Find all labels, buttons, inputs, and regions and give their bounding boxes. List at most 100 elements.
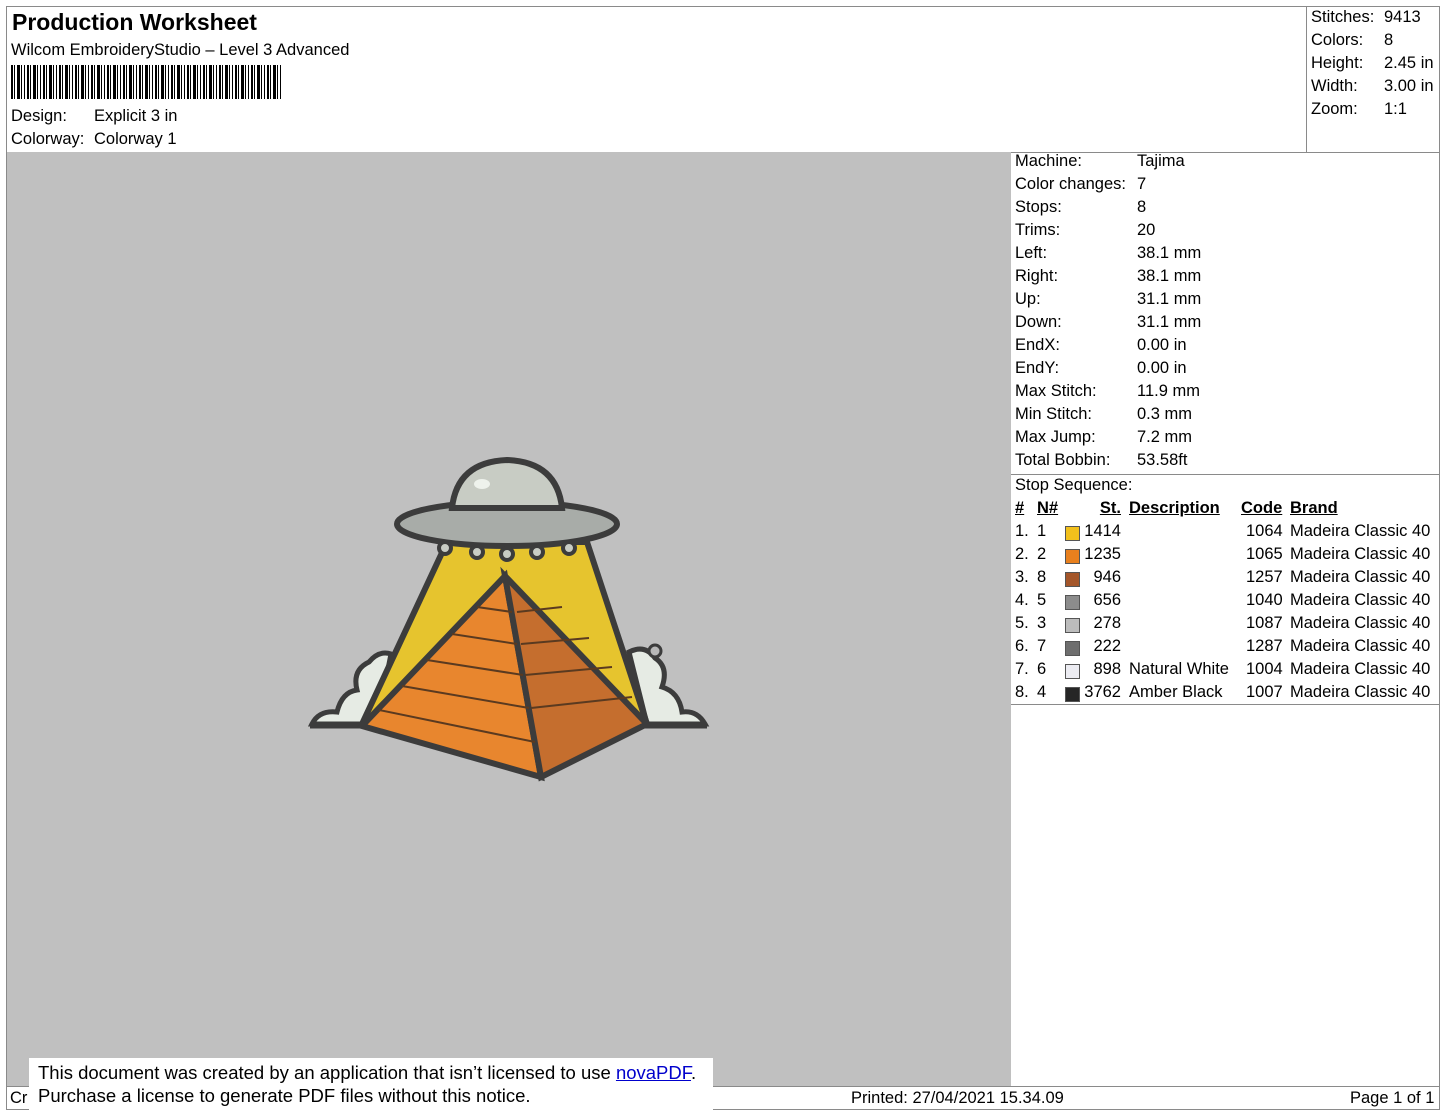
novapdf-link[interactable]: novaPDF xyxy=(616,1062,691,1083)
col-header-brand: Brand xyxy=(1290,499,1338,517)
detail-label: Right: xyxy=(1015,267,1059,285)
stop-sequence-title: Stop Sequence: xyxy=(1015,476,1133,494)
detail-row: Total Bobbin: 53.58ft xyxy=(1015,451,1187,474)
thread-brand: Madeira Classic 40 xyxy=(1290,683,1431,701)
thread-code: 1040 xyxy=(1246,591,1283,609)
page-number: Page 1 of 1 xyxy=(1350,1089,1435,1107)
notice-line-1: This document was created by an applicat… xyxy=(38,1061,713,1084)
stitch-count: 1235 xyxy=(1084,545,1121,563)
color-swatch xyxy=(1065,526,1080,541)
license-notice: This document was created by an applicat… xyxy=(29,1058,713,1112)
software-name: Wilcom EmbroideryStudio – Level 3 Advanc… xyxy=(11,41,350,59)
needle-number: 2 xyxy=(1037,545,1047,563)
thread-description: Natural White xyxy=(1129,660,1229,678)
thread-code: 1257 xyxy=(1246,568,1283,586)
summary-row: Stitches: 9413 xyxy=(1311,8,1421,31)
detail-label: Up: xyxy=(1015,290,1041,308)
stitch-count: 222 xyxy=(1093,637,1121,655)
detail-value: 11.9 mm xyxy=(1137,382,1200,400)
detail-value: 7.2 mm xyxy=(1137,428,1193,446)
embroidery-design-image xyxy=(307,456,710,782)
col-header-description: Description xyxy=(1129,499,1220,517)
needle-number: 5 xyxy=(1037,591,1047,609)
row-index: 5. xyxy=(1015,614,1029,632)
stitch-count: 1414 xyxy=(1084,522,1121,540)
thread-brand: Madeira Classic 40 xyxy=(1290,614,1431,632)
detail-row: Max Jump: 7.2 mm xyxy=(1015,428,1192,451)
detail-value: 7 xyxy=(1137,175,1147,193)
summary-row: Width: 3.00 in xyxy=(1311,77,1434,100)
thread-brand: Madeira Classic 40 xyxy=(1290,568,1431,586)
detail-value: 0.00 in xyxy=(1137,359,1187,377)
detail-value: 31.1 mm xyxy=(1137,290,1202,308)
detail-value: 38.1 mm xyxy=(1137,267,1202,285)
summary-value: 8 xyxy=(1384,31,1394,49)
detail-label: Down: xyxy=(1015,313,1062,331)
detail-label: Machine: xyxy=(1015,152,1082,170)
detail-label: Color changes: xyxy=(1015,175,1126,193)
colorway-label: Colorway: xyxy=(11,130,85,148)
col-header-needle: N# xyxy=(1037,499,1059,517)
detail-row: Max Stitch: 11.9 mm xyxy=(1015,382,1200,405)
stitch-count: 946 xyxy=(1093,568,1121,586)
detail-value: 20 xyxy=(1137,221,1156,239)
needle-number: 3 xyxy=(1037,614,1047,632)
detail-row: Up: 31.1 mm xyxy=(1015,290,1201,313)
row-index: 8. xyxy=(1015,683,1029,701)
detail-row: Trims: 20 xyxy=(1015,221,1155,244)
row-index: 2. xyxy=(1015,545,1029,563)
table-row: 6. 7 222 1287 Madeira Classic 40 xyxy=(1015,637,1435,660)
detail-label: Trims: xyxy=(1015,221,1061,239)
row-index: 3. xyxy=(1015,568,1029,586)
col-header-num: # xyxy=(1015,499,1025,517)
barcode-graphic xyxy=(11,65,283,99)
needle-number: 8 xyxy=(1037,568,1047,586)
details-divider xyxy=(1011,474,1439,475)
thread-code: 1004 xyxy=(1246,660,1283,678)
color-swatch xyxy=(1065,549,1080,564)
detail-row: Stops: 8 xyxy=(1015,198,1146,221)
color-swatch xyxy=(1065,618,1080,633)
summary-row: Colors: 8 xyxy=(1311,31,1393,54)
detail-label: Left: xyxy=(1015,244,1048,262)
needle-number: 6 xyxy=(1037,660,1047,678)
detail-row: Down: 31.1 mm xyxy=(1015,313,1201,336)
notice-text: This document was created by an applicat… xyxy=(38,1062,616,1083)
thread-code: 1065 xyxy=(1246,545,1283,563)
row-index: 7. xyxy=(1015,660,1029,678)
detail-value: 8 xyxy=(1137,198,1147,216)
col-header-code: Code xyxy=(1241,499,1283,517)
detail-value: 0.00 in xyxy=(1137,336,1187,354)
table-row: 8. 4 3762 Amber Black 1007 Madeira Classic 40 xyxy=(1015,683,1435,706)
color-swatch xyxy=(1065,664,1080,679)
details-block: Machine: Tajima Color changes: 7 Stops: 8 T… xyxy=(1015,152,1435,472)
col-header-stitches: St. xyxy=(1099,499,1121,517)
summary-label: Stitches: xyxy=(1311,8,1375,26)
table-row: 5. 3 278 1087 Madeira Classic 40 xyxy=(1015,614,1435,637)
detail-label: EndY: xyxy=(1015,359,1060,377)
thread-brand: Madeira Classic 40 xyxy=(1290,637,1431,655)
summary-value: 1:1 xyxy=(1384,100,1407,118)
summary-row: Height: 2.45 in xyxy=(1311,54,1434,77)
saucer-dome xyxy=(448,456,566,511)
detail-label: Min Stitch: xyxy=(1015,405,1093,423)
table-header-row: # N# St. Description Code Brand xyxy=(1015,499,1435,522)
row-index: 6. xyxy=(1015,637,1029,655)
detail-value: 31.1 mm xyxy=(1137,313,1202,331)
thread-code: 1007 xyxy=(1246,683,1283,701)
color-swatch xyxy=(1065,641,1080,656)
detail-row: Left: 38.1 mm xyxy=(1015,244,1201,267)
stop-sequence-table: Stop Sequence: # N# St. Description Code… xyxy=(1015,476,1435,706)
detail-label: Total Bobbin: xyxy=(1015,451,1111,469)
detail-value: 53.58ft xyxy=(1137,451,1188,469)
thread-code: 1087 xyxy=(1246,614,1283,632)
needle-number: 1 xyxy=(1037,522,1047,540)
detail-row: EndY: 0.00 in xyxy=(1015,359,1187,382)
color-swatch xyxy=(1065,572,1080,587)
row-index: 4. xyxy=(1015,591,1029,609)
table-row: 2. 2 1235 1065 Madeira Classic 40 xyxy=(1015,545,1435,568)
summary-label: Colors: xyxy=(1311,31,1364,49)
thread-code: 1064 xyxy=(1246,522,1283,540)
needle-number: 4 xyxy=(1037,683,1047,701)
dome-highlight xyxy=(474,479,490,489)
